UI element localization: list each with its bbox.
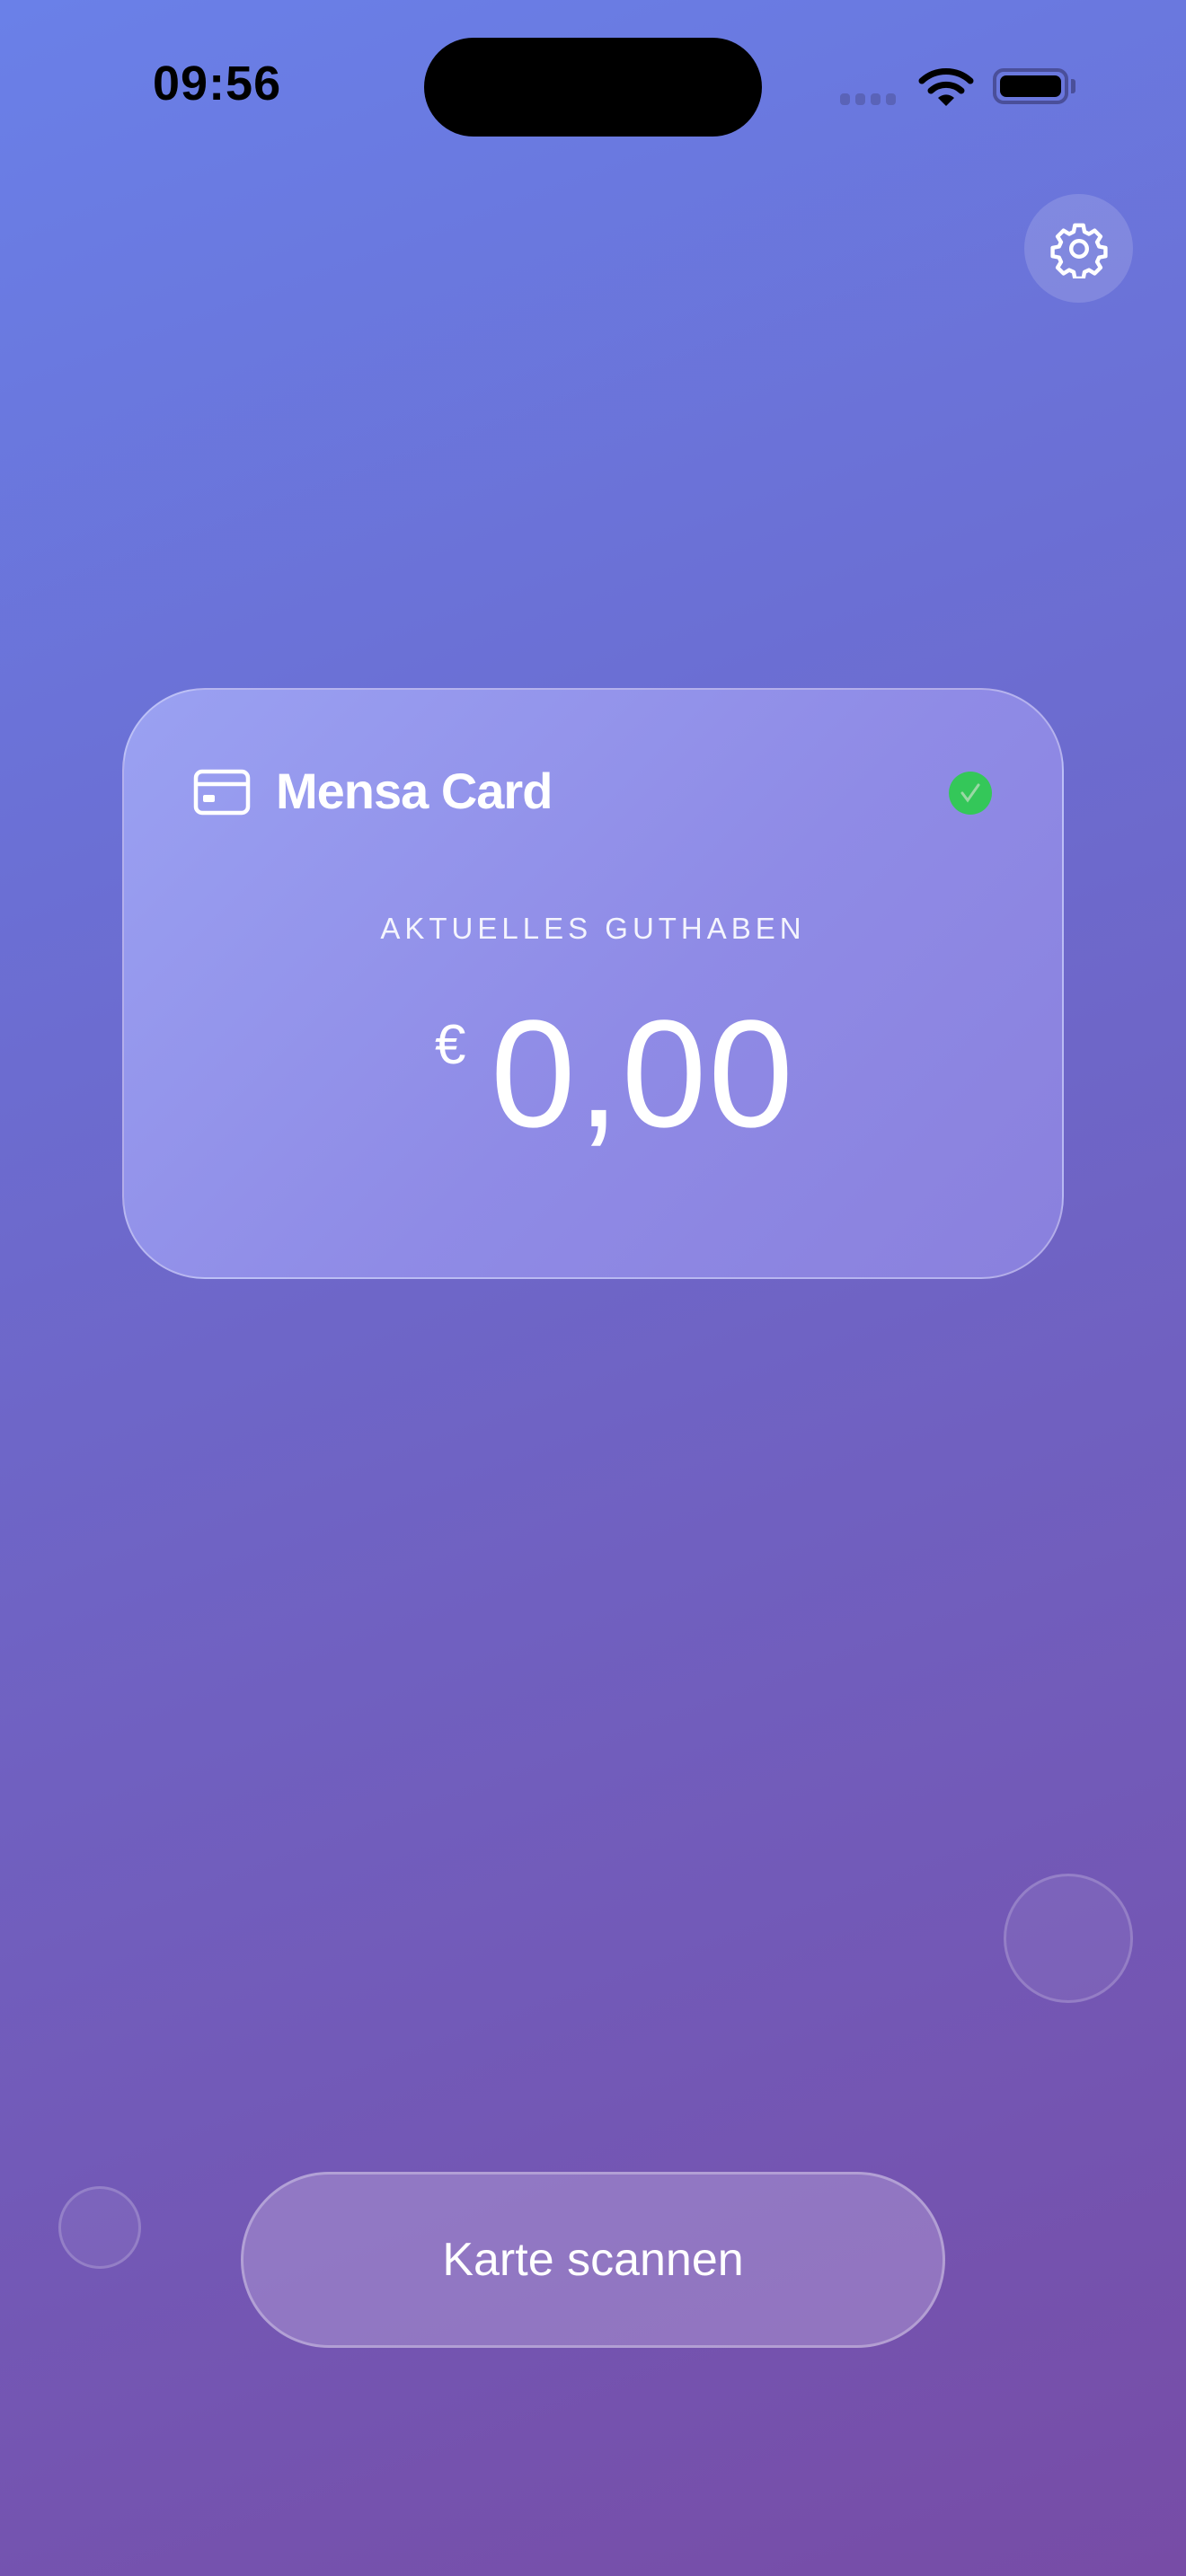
checkmark-circle-icon <box>949 772 992 815</box>
battery-icon <box>993 68 1068 104</box>
dynamic-island <box>424 38 762 137</box>
settings-button[interactable] <box>1024 194 1133 303</box>
battery-cap <box>1071 79 1075 93</box>
card-title: Mensa Card <box>276 763 553 819</box>
currency-symbol: € <box>435 1014 466 1076</box>
decorative-bubble <box>1004 1874 1133 2003</box>
mensa-card <box>122 688 1064 1279</box>
gear-icon <box>1049 223 1108 278</box>
scan-card-button[interactable]: Karte scannen <box>241 2172 945 2348</box>
credit-card-icon <box>193 769 251 816</box>
balance-amount: 0,00 <box>491 989 795 1160</box>
scan-card-label: Karte scannen <box>442 2234 744 2286</box>
decorative-bubble <box>58 2186 141 2269</box>
status-time: 09:56 <box>153 57 282 110</box>
wifi-icon <box>918 68 974 106</box>
balance-label: AKTUELLES GUTHABEN <box>380 912 806 945</box>
